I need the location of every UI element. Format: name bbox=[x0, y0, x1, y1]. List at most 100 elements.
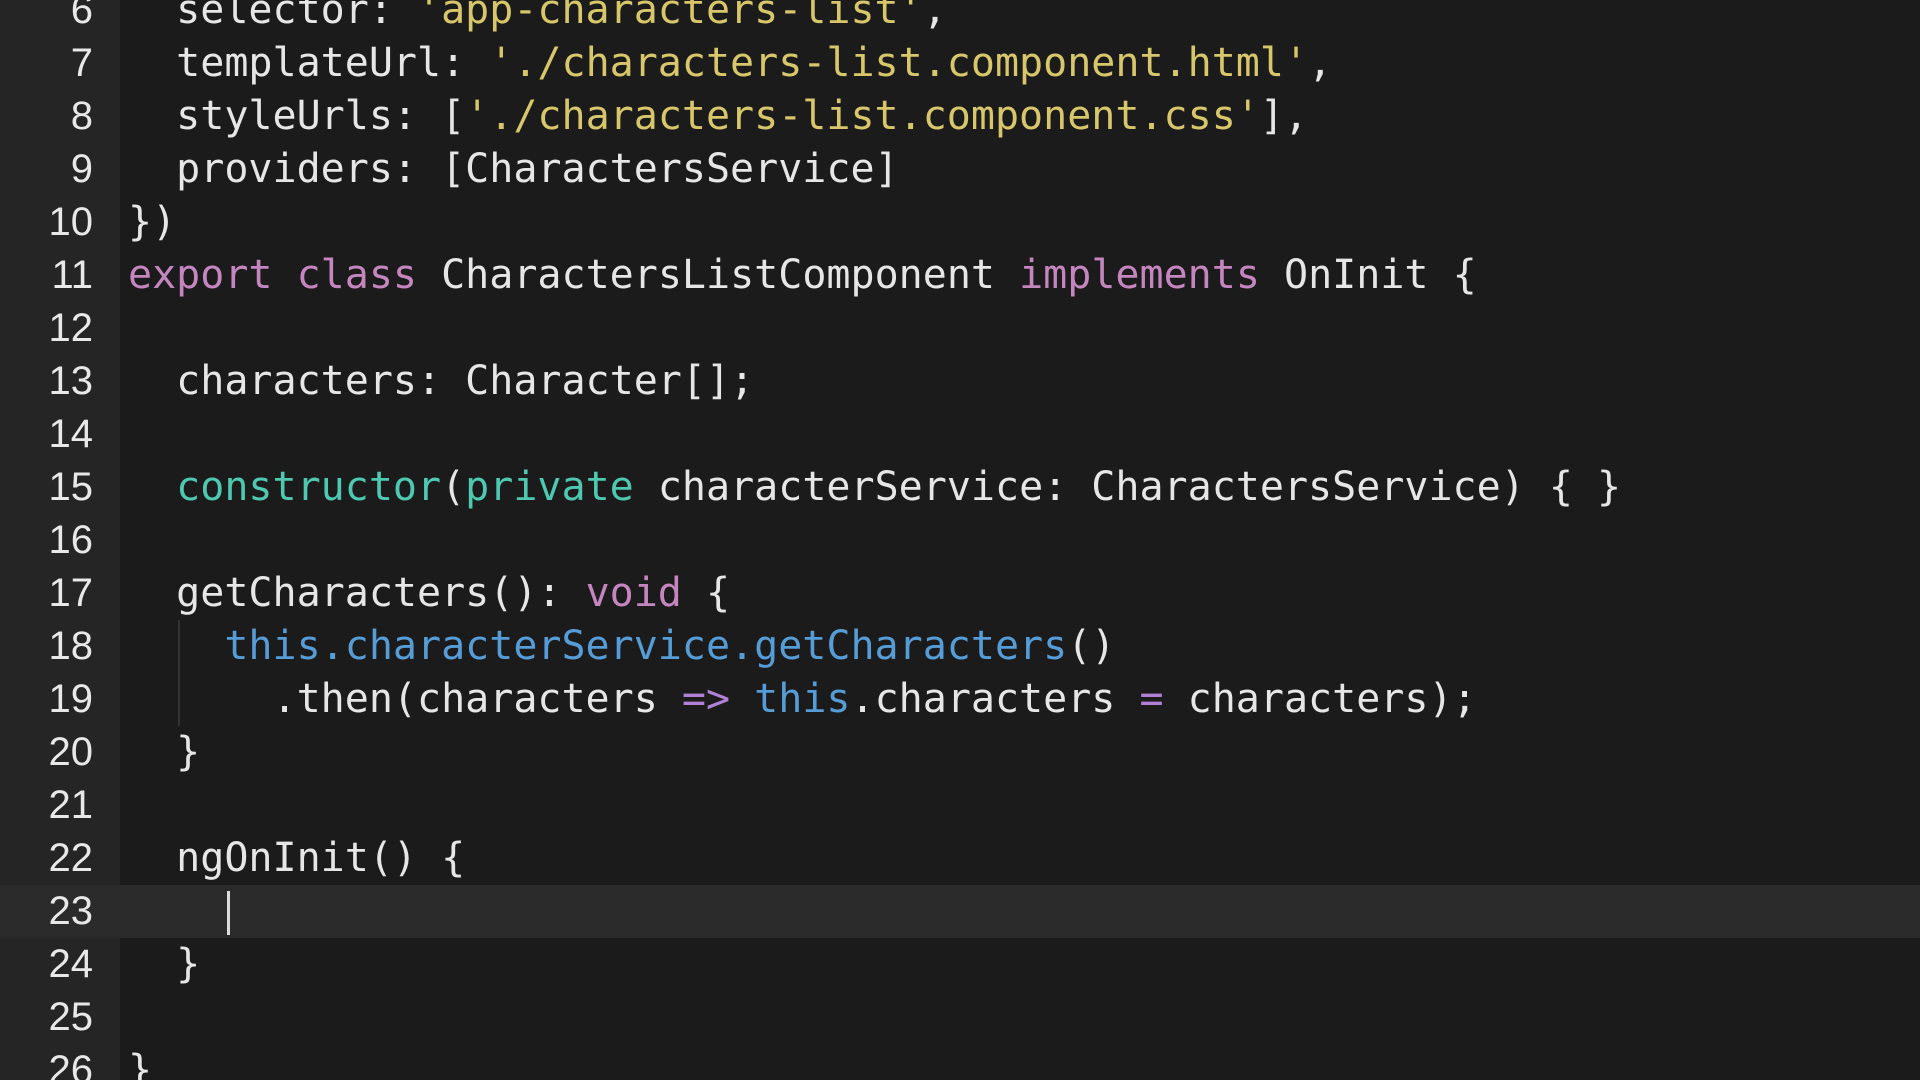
line-number: 22 bbox=[48, 836, 94, 880]
code-token: CharactersListComponent bbox=[417, 252, 1020, 298]
line-text: } bbox=[128, 1044, 152, 1080]
line-text: templateUrl: './characters-list.componen… bbox=[128, 37, 1332, 90]
code-line[interactable]: 14 bbox=[0, 408, 1920, 461]
line-text: .then(characters => this.characters = ch… bbox=[128, 673, 1477, 726]
code-editor[interactable]: 6 selector: 'app-characters-list', 7 temp… bbox=[0, 0, 1920, 1080]
line-number: 24 bbox=[48, 942, 94, 986]
line-number: 7 bbox=[70, 41, 93, 85]
code-token: } bbox=[128, 729, 201, 775]
operator-token: = bbox=[1139, 676, 1164, 722]
line-number: 23 bbox=[0, 885, 93, 938]
code-token: getCharacters(): bbox=[128, 570, 586, 616]
line-text: styleUrls: ['./characters-list.component… bbox=[128, 90, 1308, 143]
line-text: }) bbox=[128, 196, 176, 249]
code-token: OnInit { bbox=[1259, 252, 1477, 298]
current-code-line[interactable]: 23 bbox=[0, 885, 1920, 938]
code-token: () bbox=[1067, 623, 1116, 669]
code-token: selector: bbox=[128, 0, 417, 33]
line-text: ngOnInit() { bbox=[128, 832, 465, 885]
code-line[interactable]: 12 bbox=[0, 302, 1920, 355]
code-line[interactable]: 10}) bbox=[0, 196, 1920, 249]
code-token: { bbox=[681, 570, 731, 616]
line-number: 17 bbox=[48, 571, 94, 615]
function-token: private bbox=[465, 464, 634, 510]
member-token: this bbox=[754, 676, 851, 722]
line-number: 11 bbox=[51, 253, 93, 297]
code-line[interactable]: 19 .then(characters => this.characters =… bbox=[0, 673, 1920, 726]
keyword-token: export bbox=[128, 252, 273, 298]
line-number: 21 bbox=[48, 783, 94, 827]
code-line[interactable]: 7 templateUrl: './characters-list.compon… bbox=[0, 37, 1920, 90]
code-token: .then(characters bbox=[128, 676, 682, 722]
code-line[interactable]: 8 styleUrls: ['./characters-list.compone… bbox=[0, 90, 1920, 143]
line-number: 18 bbox=[48, 624, 94, 668]
code-line[interactable]: 20 } bbox=[0, 726, 1920, 779]
line-text: characters: Character[]; bbox=[128, 355, 754, 408]
string-token: './characters-list.component.html' bbox=[489, 40, 1309, 86]
line-number: 25 bbox=[48, 995, 94, 1039]
code-line[interactable]: 11 export class CharactersListComponent i… bbox=[0, 249, 1920, 302]
code-line[interactable]: 26} bbox=[0, 1044, 1920, 1080]
line-number: 10 bbox=[48, 200, 94, 244]
code-area[interactable]: 6 selector: 'app-characters-list', 7 temp… bbox=[0, 0, 1920, 1080]
string-token: './characters-list.component.css' bbox=[465, 93, 1260, 139]
code-token: styleUrls: [ bbox=[128, 93, 466, 139]
line-text: export class CharactersListComponent imp… bbox=[128, 249, 1477, 302]
line-number: 16 bbox=[48, 518, 94, 562]
code-token: } bbox=[128, 941, 201, 987]
code-token: characters: Character[]; bbox=[128, 358, 755, 404]
line-number: 15 bbox=[48, 465, 94, 509]
line-number: 8 bbox=[70, 94, 93, 138]
code-line[interactable]: 16 bbox=[0, 514, 1920, 567]
code-line[interactable]: 17 getCharacters(): void { bbox=[0, 567, 1920, 620]
line-number: 19 bbox=[48, 677, 94, 721]
line-number: 13 bbox=[48, 359, 94, 403]
code-line[interactable]: 6 selector: 'app-characters-list', bbox=[0, 0, 1920, 37]
line-number: 14 bbox=[48, 412, 94, 456]
keyword-token: implements bbox=[1019, 252, 1260, 298]
operator-token: => bbox=[681, 676, 731, 722]
line-text: getCharacters(): void { bbox=[128, 567, 730, 620]
line-text: } bbox=[128, 726, 200, 779]
line-text: providers: [CharactersService] bbox=[128, 143, 899, 196]
line-text: } bbox=[128, 938, 200, 991]
code-token: ( bbox=[441, 464, 466, 510]
code-line[interactable]: 18 this.characterService.getCharacters() bbox=[0, 620, 1920, 673]
code-line[interactable]: 9 providers: [CharactersService] bbox=[0, 143, 1920, 196]
code-token: , bbox=[1308, 40, 1333, 86]
code-token: .characters bbox=[850, 676, 1140, 722]
member-token: this.characterService.getCharacters bbox=[224, 623, 1068, 669]
code-line[interactable]: 15 constructor(private characterService:… bbox=[0, 461, 1920, 514]
line-text: this.characterService.getCharacters() bbox=[128, 620, 1115, 673]
code-token: , bbox=[922, 0, 947, 33]
code-token: ], bbox=[1259, 93, 1309, 139]
code-line[interactable]: 21 bbox=[0, 779, 1920, 832]
code-token: characterService: CharactersService) { } bbox=[633, 464, 1622, 510]
line-number: 6 bbox=[70, 0, 93, 32]
line-text: selector: 'app-characters-list', bbox=[128, 0, 947, 37]
function-token: constructor bbox=[176, 464, 442, 510]
code-line[interactable]: 24 } bbox=[0, 938, 1920, 991]
line-number: 9 bbox=[70, 147, 93, 191]
code-token: templateUrl: bbox=[128, 40, 490, 86]
code-token: } bbox=[128, 1047, 153, 1080]
keyword-token: void bbox=[585, 570, 682, 616]
line-text: constructor(private characterService: Ch… bbox=[128, 461, 1621, 514]
code-token: }) bbox=[128, 199, 177, 245]
code-line[interactable]: 13 characters: Character[]; bbox=[0, 355, 1920, 408]
string-token: 'app-characters-list' bbox=[416, 0, 923, 33]
code-token: providers: [CharactersService] bbox=[128, 146, 899, 192]
keyword-token: class bbox=[296, 252, 418, 298]
line-number: 20 bbox=[48, 730, 94, 774]
text-cursor bbox=[227, 891, 230, 935]
code-line[interactable]: 25 bbox=[0, 991, 1920, 1044]
code-line[interactable]: 22 ngOnInit() { bbox=[0, 832, 1920, 885]
line-number: 12 bbox=[48, 306, 94, 350]
line-number: 26 bbox=[48, 1048, 94, 1080]
code-token: ngOnInit() { bbox=[128, 835, 466, 881]
code-token: characters); bbox=[1163, 676, 1477, 722]
